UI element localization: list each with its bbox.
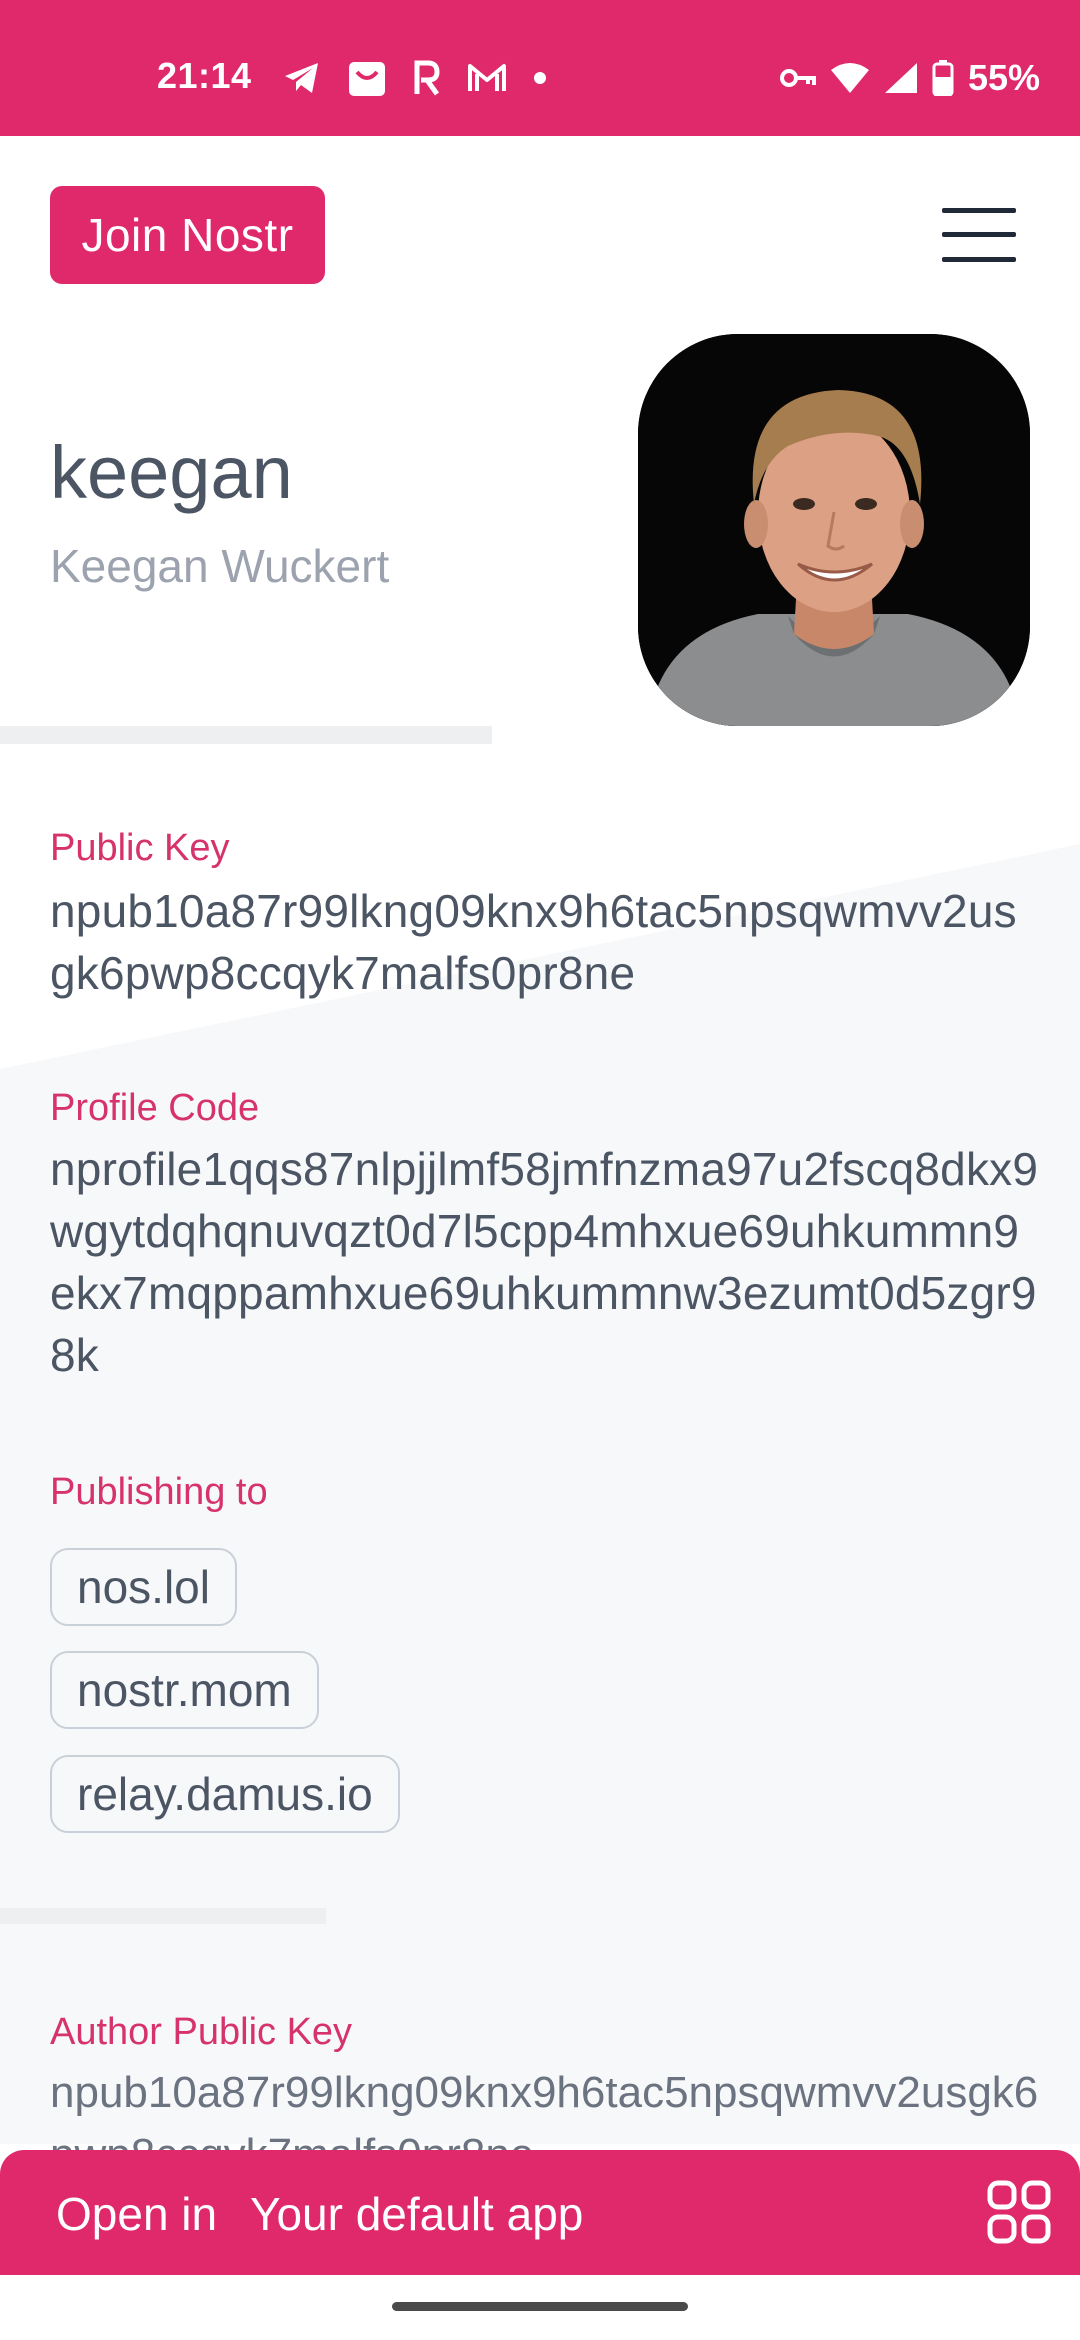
display-name: Keegan Wuckert	[50, 540, 390, 592]
default-app-label[interactable]: Your default app	[250, 2188, 583, 2240]
battery-percentage: 55%	[967, 57, 1040, 98]
author-public-key-value[interactable]: npub10a87r99lkng09knx9h6tac5npsqwmvv2usg…	[50, 2062, 1050, 2150]
profile-code-value[interactable]: nprofile1qqs87nlpjjlmf58jmfnzma97u2fscq8…	[50, 1138, 1040, 1386]
vpn-key-icon	[779, 67, 816, 89]
r-app-icon	[413, 60, 441, 96]
dot-icon	[533, 71, 547, 85]
relay-chip[interactable]: nos.lol	[50, 1548, 237, 1626]
avatar	[638, 334, 1030, 726]
notification-icons	[283, 58, 547, 98]
battery-icon	[932, 60, 954, 96]
gmail-icon	[467, 62, 507, 94]
relay-chip[interactable]: relay.damus.io	[50, 1755, 400, 1833]
open-in-bar[interactable]: Open in Your default app	[0, 2150, 1080, 2275]
system-icons: 55%	[779, 57, 1040, 98]
shopping-bag-icon	[347, 58, 387, 98]
join-nostr-button[interactable]: Join Nostr	[50, 186, 325, 284]
username: keegan	[50, 431, 293, 514]
hamburger-menu-icon[interactable]	[940, 204, 1020, 266]
section-divider	[0, 1908, 326, 1924]
open-in-label: Open in	[56, 2188, 218, 2240]
public-key-label: Public Key	[50, 827, 230, 869]
public-key-value[interactable]: npub10a87r99lkng09knx9h6tac5npsqwmvv2usg…	[50, 880, 1040, 1004]
cellular-signal-icon	[884, 62, 918, 94]
relay-chip[interactable]: nostr.mom	[50, 1651, 319, 1729]
apps-grid-icon[interactable]	[987, 2180, 1051, 2244]
profile-code-label: Profile Code	[50, 1087, 260, 1129]
home-gesture-handle[interactable]	[392, 2302, 688, 2311]
wifi-icon	[830, 62, 870, 94]
telegram-icon	[283, 61, 321, 95]
section-divider	[0, 726, 492, 744]
status-time: 21:14	[157, 55, 252, 96]
status-bar: 21:14 55%	[0, 0, 1080, 136]
publishing-to-label: Publishing to	[50, 1471, 268, 1513]
author-public-key-label: Author Public Key	[50, 2011, 353, 2053]
